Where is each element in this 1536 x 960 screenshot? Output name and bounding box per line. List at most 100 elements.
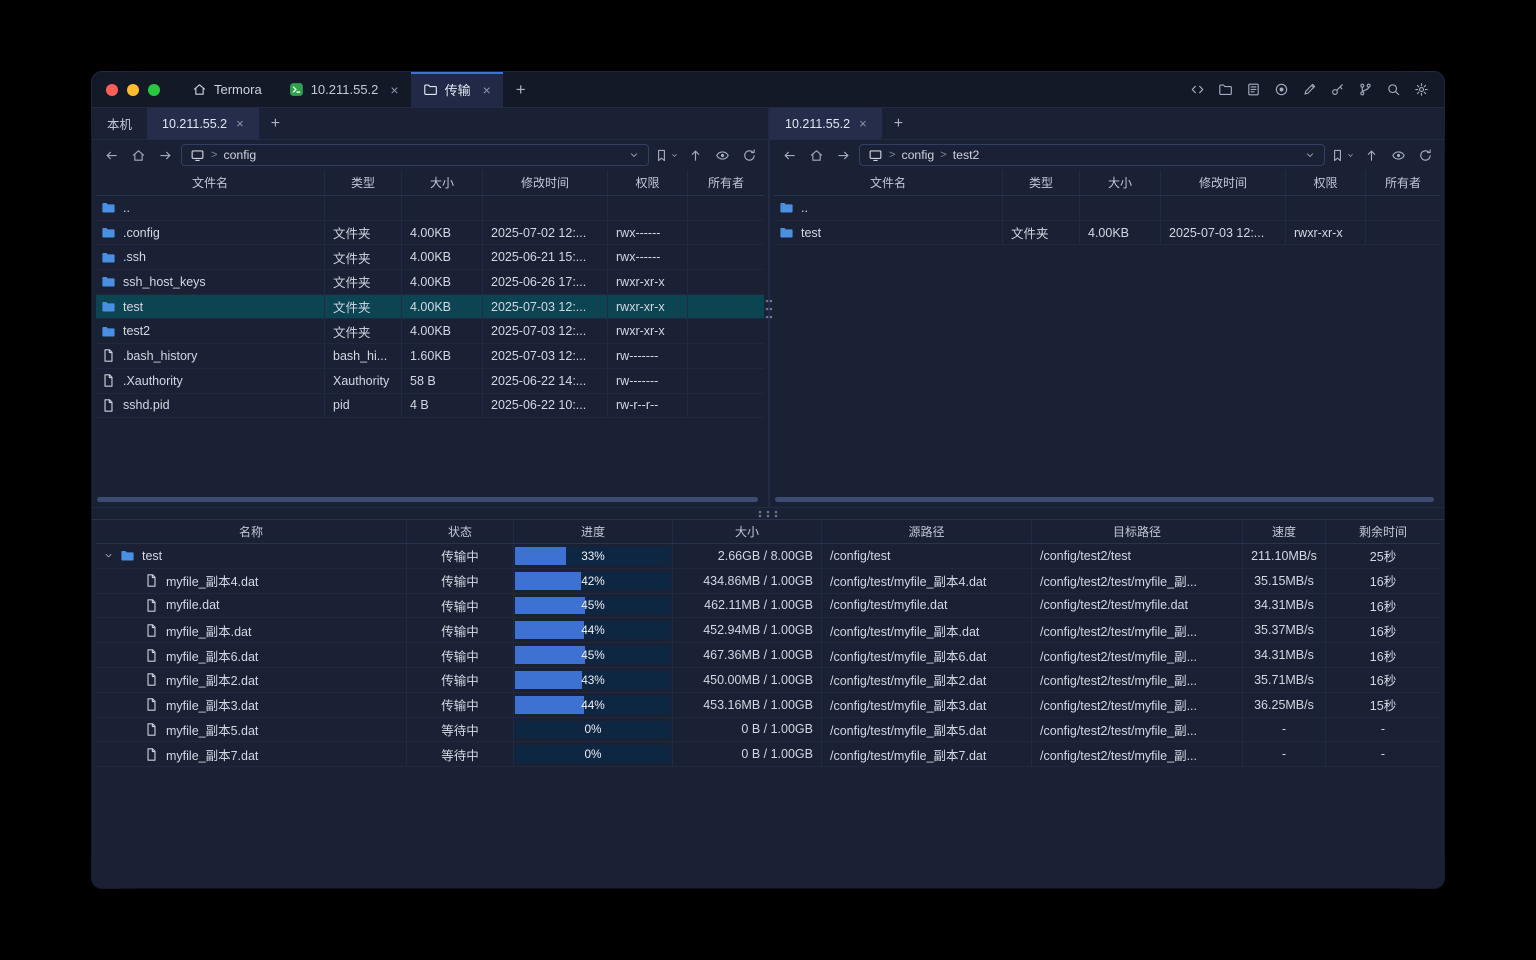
transfer-row[interactable]: myfile_副本.dat传输中44%452.94MB / 1.00GB/con…: [96, 618, 1440, 643]
home-icon: [809, 148, 824, 163]
column-header-status[interactable]: 状态: [407, 520, 514, 543]
folder-icon: [423, 82, 438, 97]
close-tab-icon[interactable]: ×: [236, 116, 244, 131]
transfer-row[interactable]: myfile_副本6.dat传输中45%467.36MB / 1.00GB/co…: [96, 643, 1440, 668]
home-icon: [131, 148, 146, 163]
forward-arrow-button[interactable]: [154, 144, 176, 166]
file-row[interactable]: test文件夹4.00KB2025-07-03 12:...rwxr-xr-x: [774, 221, 1440, 246]
record-icon[interactable]: [1273, 82, 1289, 98]
close-tab-icon[interactable]: ×: [390, 82, 398, 98]
panel-tab-10.211.55.2[interactable]: 10.211.55.2 ×: [770, 108, 882, 139]
transfer-row[interactable]: test传输中33%2.66GB / 8.00GB/config/test/co…: [96, 544, 1440, 569]
panel-tab-label: 10.211.55.2: [785, 117, 850, 131]
path-breadcrumb[interactable]: >config: [181, 144, 649, 166]
transfer-row[interactable]: myfile.dat传输中45%462.11MB / 1.00GB/config…: [96, 594, 1440, 619]
column-header-type[interactable]: 类型: [1003, 170, 1080, 195]
file-row[interactable]: sshd.pidpid4 B2025-06-22 10:...rw-r--r--: [96, 394, 764, 419]
bookmark-button[interactable]: [1330, 144, 1355, 166]
column-header-source[interactable]: 源路径: [822, 520, 1032, 543]
transfer-item-name: myfile.dat: [166, 598, 220, 612]
back-arrow-icon: [782, 148, 797, 163]
column-header-mtime[interactable]: 修改时间: [1161, 170, 1286, 195]
log-icon[interactable]: [1245, 82, 1261, 98]
new-panel-tab-button[interactable]: +: [882, 108, 915, 139]
file-row[interactable]: .ssh文件夹4.00KB2025-06-21 15:...rwx------: [96, 245, 764, 270]
settings-icon[interactable]: [1413, 82, 1429, 98]
transfer-row[interactable]: myfile_副本7.dat等待中0%0 B / 1.00GB/config/t…: [96, 742, 1440, 767]
window-controls: [92, 72, 177, 107]
search-icon[interactable]: [1385, 82, 1401, 98]
refresh-button[interactable]: [738, 144, 760, 166]
breadcrumb-segment[interactable]: config: [901, 148, 934, 162]
breadcrumb-segment[interactable]: config: [223, 148, 256, 162]
column-header-eta[interactable]: 剩余时间: [1326, 520, 1440, 543]
column-header-size[interactable]: 大小: [402, 170, 483, 195]
back-arrow-button[interactable]: [100, 144, 122, 166]
progress-fill: [515, 696, 584, 714]
code-icon[interactable]: [1189, 82, 1205, 98]
transfer-row[interactable]: myfile_副本5.dat等待中0%0 B / 1.00GB/config/t…: [96, 718, 1440, 743]
file-row[interactable]: .config文件夹4.00KB2025-07-02 12:...rwx----…: [96, 221, 764, 246]
file-name: ssh_host_keys: [123, 275, 206, 289]
key-icon[interactable]: [1329, 82, 1345, 98]
home-button[interactable]: [805, 144, 827, 166]
eye-button[interactable]: [1387, 144, 1409, 166]
eye-button[interactable]: [711, 144, 733, 166]
file-row[interactable]: ssh_host_keys文件夹4.00KB2025-06-26 17:...r…: [96, 270, 764, 295]
tab-transfer[interactable]: 传输 ×: [411, 72, 503, 107]
column-header-name[interactable]: 文件名: [774, 170, 1003, 195]
column-header-target[interactable]: 目标路径: [1032, 520, 1243, 543]
breadcrumb-segment[interactable]: test2: [953, 148, 980, 162]
file-row[interactable]: .XauthorityXauthority58 B2025-06-22 14:.…: [96, 369, 764, 394]
column-header-perm[interactable]: 权限: [1286, 170, 1366, 195]
close-tab-icon[interactable]: ×: [859, 116, 867, 131]
column-header-mtime[interactable]: 修改时间: [483, 170, 608, 195]
column-header-perm[interactable]: 权限: [608, 170, 688, 195]
folder-icon[interactable]: [1217, 82, 1233, 98]
file-row[interactable]: ..: [96, 196, 764, 221]
transfer-row[interactable]: myfile_副本3.dat传输中44%453.16MB / 1.00GB/co…: [96, 693, 1440, 718]
panel-tab-10.211.55.2[interactable]: 10.211.55.2×: [147, 108, 259, 139]
new-tab-button[interactable]: +: [503, 72, 539, 107]
edit-icon[interactable]: [1301, 82, 1317, 98]
column-header-owner[interactable]: 所有者: [688, 170, 764, 195]
zoom-window-button[interactable]: [148, 84, 160, 96]
column-header-speed[interactable]: 速度: [1243, 520, 1326, 543]
file-row[interactable]: test文件夹4.00KB2025-07-03 12:...rwxr-xr-x: [96, 295, 764, 320]
up-arrow-button[interactable]: [1360, 144, 1382, 166]
new-panel-tab-button[interactable]: +: [259, 108, 292, 139]
path-breadcrumb[interactable]: >config>test2: [859, 144, 1325, 166]
transfer-item-name: myfile_副本2.dat: [166, 670, 258, 689]
up-arrow-button[interactable]: [684, 144, 706, 166]
column-header-size[interactable]: 大小: [1080, 170, 1161, 195]
column-header-name[interactable]: 名称: [96, 520, 407, 543]
chevron-down-icon[interactable]: [100, 550, 116, 561]
column-header-owner[interactable]: 所有者: [1366, 170, 1440, 195]
transfer-row[interactable]: myfile_副本2.dat传输中43%450.00MB / 1.00GB/co…: [96, 668, 1440, 693]
column-header-name[interactable]: 文件名: [96, 170, 325, 195]
tab-host[interactable]: 10.211.55.2 ×: [277, 72, 411, 107]
horizontal-scrollbar[interactable]: [97, 497, 758, 502]
branch-icon[interactable]: [1357, 82, 1373, 98]
horizontal-scrollbar[interactable]: [775, 497, 1434, 502]
column-header-size[interactable]: 大小: [673, 520, 822, 543]
column-header-progress[interactable]: 进度: [514, 520, 673, 543]
back-arrow-button[interactable]: [778, 144, 800, 166]
bookmark-button[interactable]: [654, 144, 679, 166]
panel-tab-本机[interactable]: 本机: [92, 108, 147, 139]
file-row[interactable]: ..: [774, 196, 1440, 221]
transfer-splitter[interactable]: [92, 508, 1444, 519]
minimize-window-button[interactable]: [127, 84, 139, 96]
forward-arrow-button[interactable]: [832, 144, 854, 166]
transfer-row[interactable]: myfile_副本4.dat传输中42%434.86MB / 1.00GB/co…: [96, 569, 1440, 594]
home-icon: [192, 82, 207, 97]
tab-termora[interactable]: Termora: [177, 72, 277, 107]
file-nav: >config: [92, 140, 768, 170]
file-row[interactable]: .bash_historybash_hi...1.60KB2025-07-03 …: [96, 344, 764, 369]
home-button[interactable]: [127, 144, 149, 166]
file-row[interactable]: test2文件夹4.00KB2025-07-03 12:...rwxr-xr-x: [96, 319, 764, 344]
close-tab-icon[interactable]: ×: [483, 82, 491, 98]
close-window-button[interactable]: [106, 84, 118, 96]
column-header-type[interactable]: 类型: [325, 170, 402, 195]
refresh-button[interactable]: [1414, 144, 1436, 166]
